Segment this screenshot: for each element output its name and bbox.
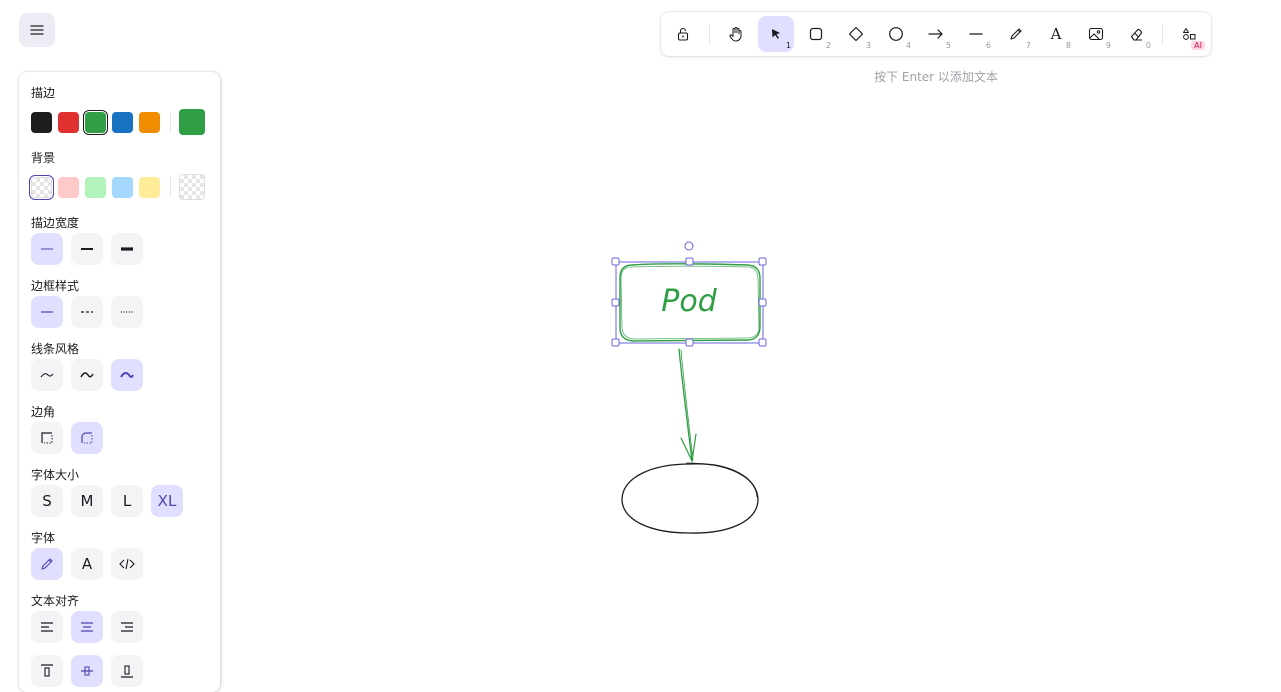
pod-node[interactable]: Pod: [619, 263, 761, 342]
pod-node-label: Pod: [661, 284, 717, 319]
rotation-handle[interactable]: [684, 241, 694, 251]
drawing-canvas[interactable]: Pod: [0, 0, 1281, 682]
ellipse-node[interactable]: [621, 462, 759, 534]
connector-arrow[interactable]: [678, 348, 697, 464]
